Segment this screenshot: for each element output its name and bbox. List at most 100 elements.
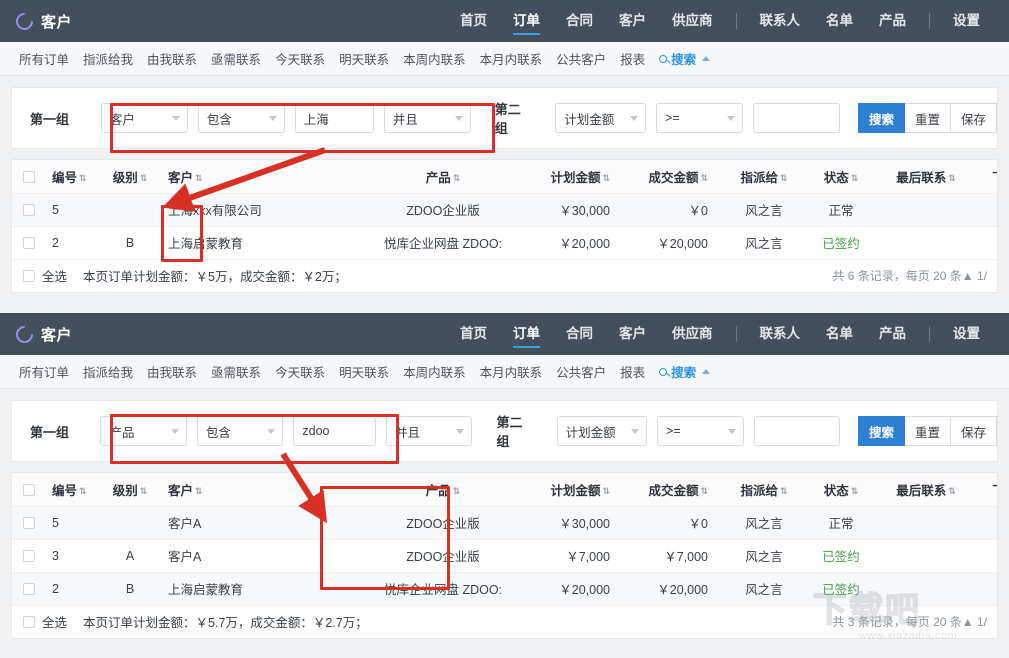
pagination-info[interactable]: 共 6 条记录，每页 20 条▲ 1/ bbox=[832, 267, 987, 284]
checkbox-icon[interactable] bbox=[23, 171, 35, 183]
header-product[interactable]: 产品⇅ bbox=[358, 160, 528, 193]
header-last-contact[interactable]: 最后联系⇅ bbox=[878, 160, 974, 193]
subnav-item-contacted-by-me[interactable]: 由我联系 bbox=[140, 49, 204, 68]
header-deal-amount[interactable]: 成交金额⇅ bbox=[626, 160, 724, 193]
brand[interactable]: 客户 bbox=[16, 11, 72, 32]
nav-item-orders[interactable]: 订单 bbox=[500, 0, 553, 42]
p1-g2-field-select[interactable]: 计划金额 bbox=[555, 103, 646, 133]
checkbox-icon[interactable] bbox=[23, 517, 35, 529]
row-checkbox[interactable] bbox=[12, 506, 46, 539]
subnav-item-all-orders[interactable]: 所有订单 bbox=[12, 362, 76, 381]
cell-customer[interactable]: 客户A bbox=[158, 506, 358, 539]
header-level[interactable]: 级别⇅ bbox=[102, 473, 158, 506]
header-id[interactable]: 编号⇅ bbox=[46, 473, 102, 506]
nav-item-suppliers[interactable]: 供应商 bbox=[659, 313, 726, 355]
subnav-item-today-contact[interactable]: 今天联系 bbox=[268, 49, 332, 68]
nav-item-contracts[interactable]: 合同 bbox=[553, 0, 606, 42]
header-customer[interactable]: 客户⇅ bbox=[158, 160, 358, 193]
header-select-all[interactable] bbox=[12, 160, 46, 193]
p2-conjunction-select[interactable]: 并且 bbox=[386, 416, 472, 446]
save-button[interactable]: 保存 bbox=[951, 103, 997, 133]
nav-item-settings[interactable]: 设置 bbox=[940, 0, 993, 42]
header-plan-amount[interactable]: 计划金额⇅ bbox=[528, 473, 626, 506]
nav-item-customers[interactable]: 客户 bbox=[606, 0, 659, 42]
brand-2[interactable]: 客户 bbox=[16, 324, 72, 345]
header-next-contact[interactable]: 下次联系⇅ bbox=[974, 160, 998, 193]
reset-button[interactable]: 重置 bbox=[905, 416, 951, 446]
p2-g1-operator-select[interactable]: 包含 bbox=[197, 416, 283, 446]
checkbox-icon[interactable] bbox=[23, 550, 35, 562]
p1-g1-field-select[interactable]: 客户 bbox=[101, 103, 188, 133]
p2-g1-field-select[interactable]: 产品 bbox=[100, 416, 186, 446]
header-status[interactable]: 状态⇅ bbox=[804, 473, 878, 506]
subnav-item-tomorrow-contact[interactable]: 明天联系 bbox=[332, 49, 396, 68]
header-last-contact[interactable]: 最后联系⇅ bbox=[878, 473, 974, 506]
subnav-item-urgent-contact[interactable]: 亟需联系 bbox=[204, 362, 268, 381]
p1-g2-value-input[interactable] bbox=[753, 103, 840, 133]
subnav-item-public-customers[interactable]: 公共客户 bbox=[549, 49, 613, 68]
pagination-info[interactable]: 共 3 条记录，每页 20 条▲ 1/ bbox=[832, 613, 987, 630]
p2-g1-value-input[interactable]: zdoo bbox=[293, 416, 376, 446]
nav-item-home[interactable]: 首页 bbox=[447, 313, 500, 355]
table-row[interactable]: 5 上海xxx有限公司 ZDOO企业版 ￥30,000 ￥0 风之言 正常 ⋮ bbox=[12, 193, 998, 226]
select-all-checkbox[interactable] bbox=[23, 616, 35, 628]
save-button[interactable]: 保存 bbox=[951, 416, 997, 446]
p1-g2-operator-select[interactable]: >= bbox=[656, 103, 743, 133]
subnav-item-reports[interactable]: 报表 bbox=[613, 49, 652, 68]
header-deal-amount[interactable]: 成交金额⇅ bbox=[626, 473, 724, 506]
row-checkbox[interactable] bbox=[12, 572, 46, 605]
header-assignee[interactable]: 指派给⇅ bbox=[724, 160, 804, 193]
header-select-all[interactable] bbox=[12, 473, 46, 506]
subnav-item-contacted-by-me[interactable]: 由我联系 bbox=[140, 362, 204, 381]
search-toggle-link[interactable]: 搜索 bbox=[652, 49, 717, 68]
nav-item-contacts[interactable]: 联系人 bbox=[747, 313, 814, 355]
header-level[interactable]: 级别⇅ bbox=[102, 160, 158, 193]
row-checkbox[interactable] bbox=[12, 226, 46, 259]
header-id[interactable]: 编号⇅ bbox=[46, 160, 102, 193]
nav-item-home[interactable]: 首页 bbox=[447, 0, 500, 42]
checkbox-icon[interactable] bbox=[23, 484, 35, 496]
reset-button[interactable]: 重置 bbox=[905, 103, 951, 133]
p2-g2-field-select[interactable]: 计划金额 bbox=[557, 416, 647, 446]
table-row[interactable]: 5 客户A ZDOO企业版 ￥30,000 ￥0 风之言 正常 ⋮ bbox=[12, 506, 998, 539]
header-assignee[interactable]: 指派给⇅ bbox=[724, 473, 804, 506]
table-row[interactable]: 2 B 上海启蒙教育 悦库企业网盘 ZDOO: ￥20,000 ￥20,000 … bbox=[12, 226, 998, 259]
nav-item-products[interactable]: 产品 bbox=[866, 0, 919, 42]
nav-item-orders[interactable]: 订单 bbox=[500, 313, 553, 355]
cell-customer[interactable]: 上海启蒙教育 bbox=[158, 226, 358, 259]
nav-item-contracts[interactable]: 合同 bbox=[553, 313, 606, 355]
header-next-contact[interactable]: 下次联系⇅ bbox=[974, 473, 998, 506]
nav-item-customers[interactable]: 客户 bbox=[606, 313, 659, 355]
subnav-item-assigned-to-me[interactable]: 指派给我 bbox=[76, 49, 140, 68]
nav-item-settings[interactable]: 设置 bbox=[940, 313, 993, 355]
subnav-item-reports[interactable]: 报表 bbox=[613, 362, 652, 381]
nav-item-list[interactable]: 名单 bbox=[813, 313, 866, 355]
subnav-item-this-week-contact[interactable]: 本周内联系 bbox=[396, 362, 473, 381]
subnav-item-urgent-contact[interactable]: 亟需联系 bbox=[204, 49, 268, 68]
p1-conjunction-select[interactable]: 并且 bbox=[384, 103, 471, 133]
nav-item-products[interactable]: 产品 bbox=[866, 313, 919, 355]
table-row[interactable]: 3 A 客户A ZDOO企业版 ￥7,000 ￥7,000 风之言 已签约 ⋮ bbox=[12, 539, 998, 572]
checkbox-icon[interactable] bbox=[23, 583, 35, 595]
header-product[interactable]: 产品⇅ bbox=[358, 473, 528, 506]
checkbox-icon[interactable] bbox=[23, 204, 35, 216]
search-button[interactable]: 搜索 bbox=[858, 103, 905, 133]
subnav-item-tomorrow-contact[interactable]: 明天联系 bbox=[332, 362, 396, 381]
subnav-item-all-orders[interactable]: 所有订单 bbox=[12, 49, 76, 68]
select-all-checkbox[interactable] bbox=[23, 270, 35, 282]
search-button[interactable]: 搜索 bbox=[858, 416, 905, 446]
cell-customer[interactable]: 上海启蒙教育 bbox=[158, 572, 358, 605]
subnav-item-this-month-contact[interactable]: 本月内联系 bbox=[473, 362, 550, 381]
p2-g2-operator-select[interactable]: >= bbox=[657, 416, 743, 446]
row-checkbox[interactable] bbox=[12, 193, 46, 226]
table-row[interactable]: 2 B 上海启蒙教育 悦库企业网盘 ZDOO: ￥20,000 ￥20,000 … bbox=[12, 572, 998, 605]
row-checkbox[interactable] bbox=[12, 539, 46, 572]
p1-g1-value-input[interactable]: 上海 bbox=[295, 103, 374, 133]
p2-g2-value-input[interactable] bbox=[754, 416, 840, 446]
p1-g1-operator-select[interactable]: 包含 bbox=[198, 103, 285, 133]
search-toggle-link[interactable]: 搜索 bbox=[652, 362, 717, 381]
nav-item-suppliers[interactable]: 供应商 bbox=[659, 0, 726, 42]
subnav-item-assigned-to-me[interactable]: 指派给我 bbox=[76, 362, 140, 381]
nav-item-contacts[interactable]: 联系人 bbox=[747, 0, 814, 42]
subnav-item-this-week-contact[interactable]: 本周内联系 bbox=[396, 49, 473, 68]
